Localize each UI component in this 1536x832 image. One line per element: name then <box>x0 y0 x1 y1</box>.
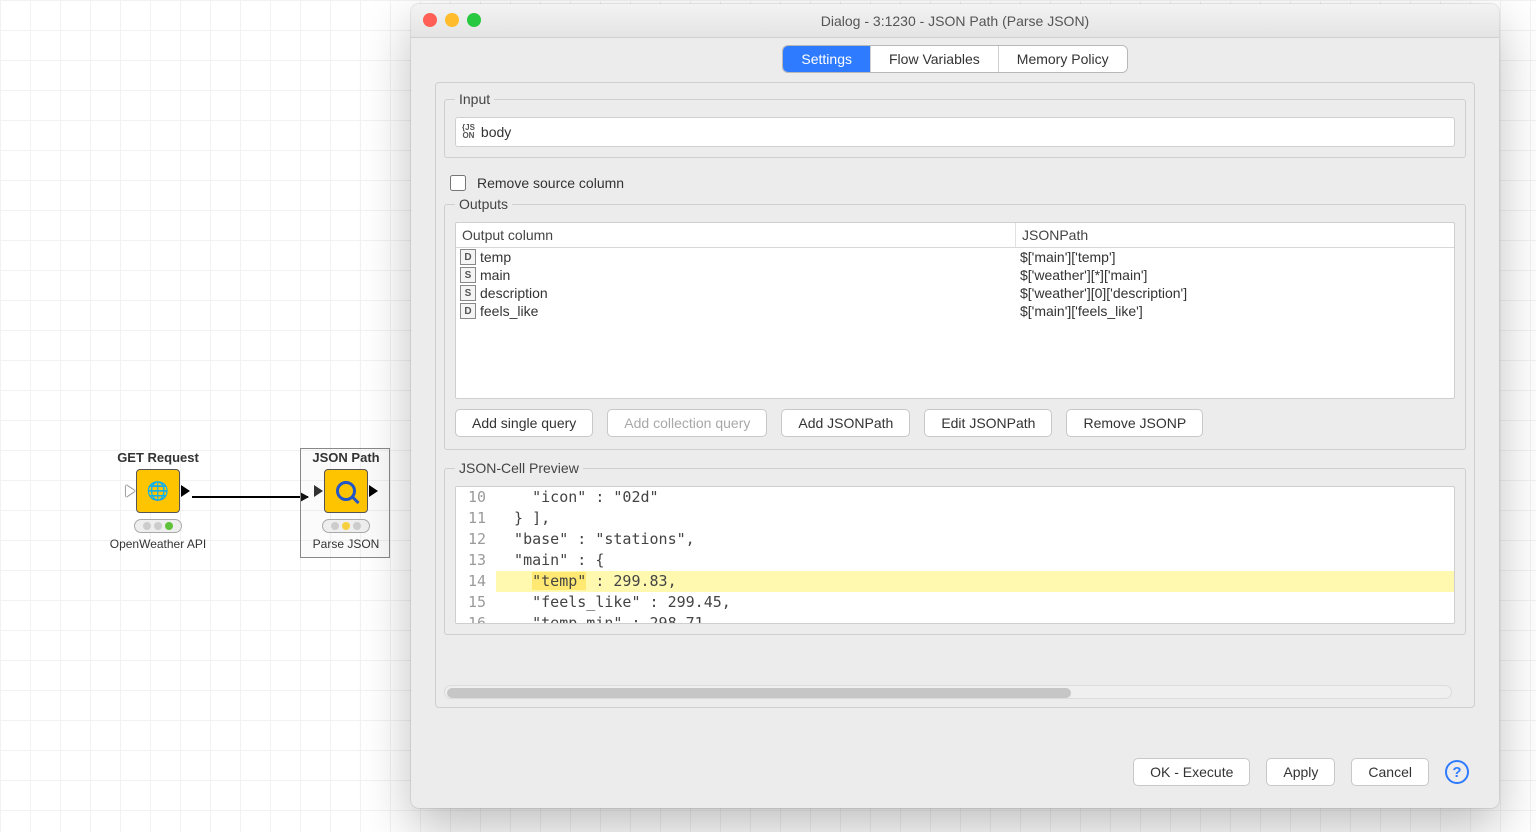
add-jsonpath-button[interactable]: Add JSONPath <box>781 409 910 437</box>
minimize-icon[interactable] <box>445 13 459 27</box>
node-caption: OpenWeather API <box>108 537 208 551</box>
line-number: 14 <box>456 571 496 592</box>
node-title: GET Request <box>108 450 208 469</box>
output-column-name: feels_like <box>480 303 538 319</box>
outputs-legend: Outputs <box>455 196 512 212</box>
node-title: JSON Path <box>296 450 396 469</box>
tab-bar: Settings Flow Variables Memory Policy <box>411 38 1499 74</box>
type-badge-icon: S <box>460 267 476 283</box>
node-icon-box[interactable] <box>324 469 368 513</box>
code-text: "temp" : 299.83, <box>496 571 1454 592</box>
outputs-group: Outputs Output column JSONPath Dtemp $['m… <box>444 196 1466 450</box>
line-number: 16 <box>456 613 496 624</box>
code-text: "icon" : "02d" <box>496 487 1454 508</box>
port-out-icon[interactable] <box>181 485 190 497</box>
port-in-icon[interactable] <box>126 485 135 497</box>
code-line[interactable]: 12 "base" : "stations", <box>456 529 1454 550</box>
edit-jsonpath-button[interactable]: Edit JSONPath <box>924 409 1052 437</box>
close-icon[interactable] <box>423 13 437 27</box>
output-column-name: temp <box>480 249 511 265</box>
scrollbar-thumb[interactable] <box>447 688 1071 698</box>
help-icon[interactable]: ? <box>1445 760 1469 784</box>
tab-settings[interactable]: Settings <box>783 46 871 72</box>
dialog-window: Dialog - 3:1230 - JSON Path (Parse JSON)… <box>411 4 1499 808</box>
output-column-name: main <box>480 267 510 283</box>
json-preview-legend: JSON-Cell Preview <box>455 460 583 476</box>
output-column-name: description <box>480 285 548 301</box>
line-number: 12 <box>456 529 496 550</box>
code-text: "main" : { <box>496 550 1454 571</box>
globe-arrow-icon: 🌐 <box>147 481 169 502</box>
ok-execute-button[interactable]: OK - Execute <box>1133 758 1250 786</box>
table-row[interactable]: Sdescription $['weather'][0]['description… <box>456 284 1454 302</box>
code-line[interactable]: 16 "temp_min" : 298.71, <box>456 613 1454 624</box>
type-badge-icon: D <box>460 303 476 319</box>
settings-panel: Input {JSON body Remove source column Ou… <box>435 82 1475 708</box>
horizontal-scrollbar[interactable] <box>444 685 1452 699</box>
magnifier-icon <box>336 481 356 501</box>
outputs-header-col2[interactable]: JSONPath <box>1016 223 1454 247</box>
dialog-footer: OK - Execute Apply Cancel ? <box>411 736 1499 808</box>
remove-source-label: Remove source column <box>477 175 624 191</box>
json-preview-group: JSON-Cell Preview 10 "icon" : "02d"11 } … <box>444 460 1466 635</box>
outputs-header-col1[interactable]: Output column <box>456 223 1016 247</box>
node-icon-box[interactable]: 🌐 <box>136 469 180 513</box>
input-legend: Input <box>455 91 494 107</box>
json-preview-code[interactable]: 10 "icon" : "02d"11 } ],12 "base" : "sta… <box>455 486 1455 624</box>
code-text: "temp_min" : 298.71, <box>496 613 1454 624</box>
apply-button[interactable]: Apply <box>1266 758 1335 786</box>
code-line[interactable]: 10 "icon" : "02d" <box>456 487 1454 508</box>
remove-source-checkbox[interactable] <box>450 175 466 191</box>
jsonpath-value: $['weather'][0]['description'] <box>1016 284 1454 302</box>
add-collection-query-button[interactable]: Add collection query <box>607 409 767 437</box>
code-text: "feels_like" : 299.45, <box>496 592 1454 613</box>
node-status-traffic <box>322 519 370 533</box>
type-badge-icon: D <box>460 249 476 265</box>
connection-arrow[interactable] <box>192 496 308 498</box>
segmented-tabs: Settings Flow Variables Memory Policy <box>782 45 1127 73</box>
code-text: } ], <box>496 508 1454 529</box>
table-row[interactable]: Dfeels_like $['main']['feels_like'] <box>456 302 1454 320</box>
input-column-selector[interactable]: {JSON body <box>455 117 1455 147</box>
json-type-icon: {JSON <box>462 124 475 140</box>
add-single-query-button[interactable]: Add single query <box>455 409 593 437</box>
line-number: 15 <box>456 592 496 613</box>
type-badge-icon: S <box>460 285 476 301</box>
titlebar[interactable]: Dialog - 3:1230 - JSON Path (Parse JSON) <box>411 4 1499 38</box>
jsonpath-value: $['main']['feels_like'] <box>1016 302 1454 320</box>
tab-flow-variables[interactable]: Flow Variables <box>871 46 999 72</box>
input-group: Input {JSON body <box>444 91 1466 158</box>
node-caption: Parse JSON <box>296 537 396 551</box>
tab-memory-policy[interactable]: Memory Policy <box>999 46 1127 72</box>
outputs-table[interactable]: Output column JSONPath Dtemp $['main']['t… <box>455 222 1455 399</box>
line-number: 13 <box>456 550 496 571</box>
line-number: 10 <box>456 487 496 508</box>
port-out-icon[interactable] <box>369 485 378 497</box>
code-line[interactable]: 14 "temp" : 299.83, <box>456 571 1454 592</box>
code-text: "base" : "stations", <box>496 529 1454 550</box>
port-in-icon[interactable] <box>314 485 323 497</box>
input-column-value: body <box>481 124 511 140</box>
remove-jsonpath-button[interactable]: Remove JSONP <box>1066 409 1203 437</box>
node-status-traffic <box>134 519 182 533</box>
zoom-icon[interactable] <box>467 13 481 27</box>
table-row[interactable]: Smain $['weather'][*]['main'] <box>456 266 1454 284</box>
node-get-request[interactable]: GET Request 🌐 OpenWeather API <box>108 450 208 551</box>
code-line[interactable]: 13 "main" : { <box>456 550 1454 571</box>
cancel-button[interactable]: Cancel <box>1351 758 1429 786</box>
table-row[interactable]: Dtemp $['main']['temp'] <box>456 248 1454 266</box>
node-json-path[interactable]: JSON Path Parse JSON <box>296 450 396 551</box>
line-number: 11 <box>456 508 496 529</box>
jsonpath-value: $['main']['temp'] <box>1016 248 1454 266</box>
window-title: Dialog - 3:1230 - JSON Path (Parse JSON) <box>821 13 1089 29</box>
jsonpath-value: $['weather'][*]['main'] <box>1016 266 1454 284</box>
code-line[interactable]: 15 "feels_like" : 299.45, <box>456 592 1454 613</box>
code-line[interactable]: 11 } ], <box>456 508 1454 529</box>
